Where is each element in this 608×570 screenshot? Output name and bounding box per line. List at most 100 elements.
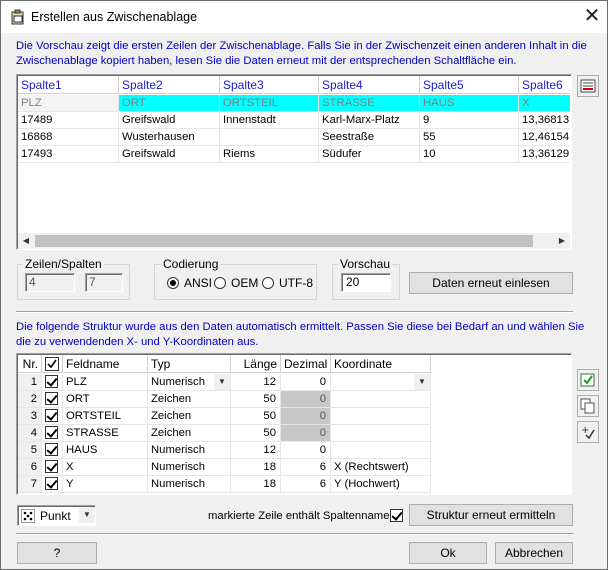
preview-cell[interactable]: Greifswald [119, 146, 220, 163]
field-enabled-checkbox[interactable] [42, 391, 63, 408]
preview-cell[interactable]: 12,46154 [519, 129, 570, 146]
first-row-names-checkbox[interactable] [390, 509, 403, 522]
preview-name-row-cell[interactable]: X [519, 95, 570, 112]
select-all-icon[interactable] [42, 355, 63, 373]
preview-cell[interactable] [220, 129, 319, 146]
cancel-button[interactable]: Abbrechen [495, 542, 573, 564]
preview-column-header[interactable]: Spalte4 [319, 76, 420, 94]
structure-cell-dezimal[interactable]: 0 [281, 374, 331, 391]
structure-cell-name[interactable]: HAUS [63, 442, 148, 459]
structure-cell-nr: 6 [18, 459, 42, 476]
auto-fields-button[interactable]: + [577, 421, 599, 443]
field-enabled-checkbox[interactable] [42, 459, 63, 476]
preview-cell[interactable]: Greifswald [119, 112, 220, 129]
scroll-left-icon[interactable]: ◀ [18, 233, 34, 249]
dropdown-arrow-icon[interactable]: ▼ [79, 507, 95, 523]
structure-cell-laenge[interactable]: 18 [231, 459, 281, 476]
structure-cell-laenge[interactable]: 50 [231, 408, 281, 425]
structure-header-feldname: Feldname [63, 355, 148, 373]
structure-cell-name[interactable]: ORTSTEIL [63, 408, 148, 425]
structure-cell-typ[interactable]: Zeichen [148, 391, 231, 408]
copy-structure-button[interactable] [577, 395, 599, 417]
structure-cell-name[interactable]: PLZ [63, 374, 148, 391]
structure-cell-dezimal[interactable]: 0 [281, 391, 331, 408]
preview-cell[interactable]: 17489 [18, 112, 119, 129]
encoding-utf8-radio[interactable] [262, 277, 274, 289]
structure-header-dezimal: Dezimal [281, 355, 331, 373]
preview-cell[interactable]: 17493 [18, 146, 119, 163]
title-bar: Erstellen aus Zwischenablage ✕ [1, 1, 607, 33]
structure-cell-dezimal[interactable]: 6 [281, 476, 331, 493]
structure-cell-name[interactable]: ORT [63, 391, 148, 408]
close-button[interactable]: ✕ [579, 4, 605, 28]
structure-cell-koord[interactable]: Y (Hochwert) [331, 476, 431, 493]
structure-cell-koord[interactable] [331, 442, 431, 459]
preview-cell[interactable]: 13,36129 [519, 146, 570, 163]
preview-hscrollbar[interactable]: ◀ ▶ [18, 233, 570, 249]
structure-cell-laenge[interactable]: 18 [231, 476, 281, 493]
preview-column-header[interactable]: Spalte2 [119, 76, 220, 94]
structure-cell-typ[interactable]: Zeichen [148, 425, 231, 442]
structure-cell-name[interactable]: STRASSE [63, 425, 148, 442]
structure-cell-dezimal[interactable]: 0 [281, 425, 331, 442]
preview-cell[interactable]: Riems [220, 146, 319, 163]
structure-cell-laenge[interactable]: 50 [231, 391, 281, 408]
encoding-oem-radio[interactable] [214, 277, 226, 289]
encoding-ansi-radio[interactable] [167, 277, 179, 289]
structure-cell-typ[interactable]: Numerisch [148, 476, 231, 493]
structure-cell-laenge[interactable]: 50 [231, 425, 281, 442]
preview-cell[interactable]: 10 [420, 146, 519, 163]
restructure-button[interactable]: Struktur erneut ermitteln [409, 504, 573, 526]
preview-name-row-cell[interactable]: PLZ [18, 95, 119, 112]
preview-cell[interactable]: 16868 [18, 129, 119, 146]
structure-cell-name[interactable]: X [63, 459, 148, 476]
structure-cell-dezimal[interactable]: 6 [281, 459, 331, 476]
preview-cell[interactable]: Seestraße [319, 129, 420, 146]
preview-cell[interactable]: 9 [420, 112, 519, 129]
field-enabled-checkbox[interactable] [42, 408, 63, 425]
preview-cell[interactable]: Südufer [319, 146, 420, 163]
structure-cell-laenge[interactable]: 12 [231, 442, 281, 459]
structure-cell-dezimal[interactable]: 0 [281, 408, 331, 425]
structure-cell-laenge[interactable]: 12 [231, 374, 281, 391]
structure-cell-koord[interactable] [331, 391, 431, 408]
structure-cell-dezimal[interactable]: 0 [281, 442, 331, 459]
preview-name-row-cell[interactable]: ORTSTEIL [220, 95, 319, 112]
field-enabled-checkbox[interactable] [42, 374, 63, 391]
help-button[interactable]: ? [17, 542, 97, 564]
structure-cell-koord[interactable] [331, 408, 431, 425]
accept-structure-button[interactable] [577, 369, 599, 391]
field-enabled-checkbox[interactable] [42, 476, 63, 493]
structure-cell-name[interactable]: Y [63, 476, 148, 493]
field-enabled-checkbox[interactable] [42, 425, 63, 442]
preview-column-header[interactable]: Spalte3 [220, 76, 319, 94]
preview-column-header[interactable]: Spalte6 [519, 76, 570, 94]
dropdown-arrow-icon[interactable]: ▼ [214, 374, 230, 390]
structure-cell-typ[interactable]: Numerisch [148, 459, 231, 476]
preview-column-header[interactable]: Spalte1 [18, 76, 119, 94]
reload-data-button[interactable]: Daten erneut einlesen [409, 272, 573, 294]
structure-cell-typ[interactable]: Zeichen [148, 408, 231, 425]
preview-name-row-cell[interactable]: ORT [119, 95, 220, 112]
preview-cell[interactable]: 55 [420, 129, 519, 146]
preview-cell[interactable]: Wusterhausen [119, 129, 220, 146]
preview-name-row-cell[interactable]: HAUS [420, 95, 519, 112]
clear-list-button[interactable] [577, 75, 599, 97]
structure-grid[interactable]: Nr. Feldname Typ Länge Dezimal Koordinate 1 PLZ… [16, 353, 572, 495]
field-enabled-checkbox[interactable] [42, 442, 63, 459]
scroll-right-icon[interactable]: ▶ [554, 233, 570, 249]
preview-column-header[interactable]: Spalte5 [420, 76, 519, 94]
structure-cell-koord[interactable]: X (Rechtswert) [331, 459, 431, 476]
structure-cell-koord[interactable] [331, 425, 431, 442]
preview-name-row-cell[interactable]: STRASSE [319, 95, 420, 112]
preview-lines-input[interactable]: 20 [341, 273, 391, 292]
scroll-thumb[interactable] [35, 235, 533, 247]
preview-grid[interactable]: Spalte1 Spalte2 Spalte3 Spalte4 Spalte5 Spalt… [16, 74, 572, 250]
structure-cell-typ[interactable]: Numerisch [148, 442, 231, 459]
preview-cell[interactable]: Karl-Marx-Platz [319, 112, 420, 129]
dropdown-arrow-icon[interactable]: ▼ [414, 374, 430, 390]
ok-button[interactable]: Ok [409, 542, 487, 564]
preview-cell[interactable]: 13,36813 [519, 112, 570, 129]
geometry-select[interactable]: Punkt ▼ [17, 505, 96, 526]
preview-cell[interactable]: Innenstadt [220, 112, 319, 129]
